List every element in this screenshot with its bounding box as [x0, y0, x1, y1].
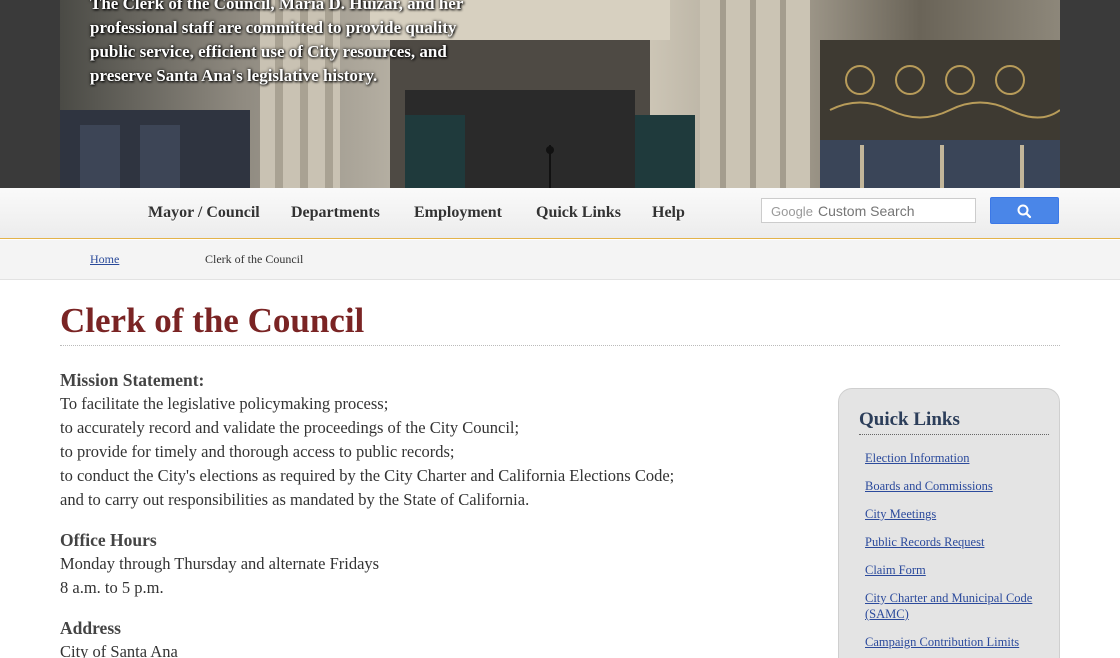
- page-title: Clerk of the Council: [60, 301, 365, 340]
- google-logo: Google: [771, 204, 813, 219]
- breadcrumb-home-link[interactable]: Home: [90, 252, 119, 267]
- search-icon: [1017, 204, 1032, 219]
- banner-image: The Clerk of the Council, Maria D. Huiza…: [60, 0, 1060, 188]
- banner-mission-text: The Clerk of the Council, Maria D. Huiza…: [90, 0, 464, 85]
- quick-link-election-information[interactable]: Election Information: [865, 450, 1051, 466]
- main-navigation: Mayor / Council Departments Employment Q…: [0, 188, 1120, 239]
- office-hours-line: Monday through Thursday and alternate Fr…: [60, 554, 380, 573]
- mission-heading: Mission Statement:: [60, 370, 205, 390]
- search-input[interactable]: [818, 202, 968, 220]
- mission-line: and to carry out responsibilities as man…: [60, 490, 530, 509]
- nav-item-quick-links[interactable]: Quick Links: [536, 204, 621, 222]
- nav-item-help[interactable]: Help: [652, 204, 685, 222]
- main-content: Mission Statement: To facilitate the leg…: [60, 368, 800, 658]
- quick-link-city-meetings[interactable]: City Meetings: [865, 506, 1051, 522]
- address-heading: Address: [60, 618, 121, 638]
- search-button[interactable]: [990, 197, 1059, 224]
- office-hours-section: Office Hours Monday through Thursday and…: [60, 528, 800, 600]
- address-section: Address City of Santa Ana: [60, 616, 800, 658]
- quick-links-title: Quick Links: [859, 409, 960, 430]
- quick-links-divider: [859, 434, 1049, 435]
- quick-link-boards-commissions[interactable]: Boards and Commissions: [865, 478, 1051, 494]
- address-line: City of Santa Ana: [60, 642, 178, 658]
- banner-background: The Clerk of the Council, Maria D. Huiza…: [0, 0, 1120, 188]
- office-hours-line: 8 a.m. to 5 p.m.: [60, 578, 164, 597]
- office-hours-heading: Office Hours: [60, 530, 157, 550]
- mission-line: To facilitate the legislative policymaki…: [60, 394, 389, 413]
- nav-item-mayor-council[interactable]: Mayor / Council: [148, 204, 260, 222]
- breadcrumb: Home Clerk of the Council: [0, 240, 1120, 280]
- mission-section: Mission Statement: To facilitate the leg…: [60, 368, 800, 512]
- nav-item-departments[interactable]: Departments: [291, 204, 380, 222]
- quick-link-claim-form[interactable]: Claim Form: [865, 562, 1051, 578]
- search-box: Google: [761, 198, 976, 223]
- quick-links-panel: Quick Links Election Information Boards …: [838, 388, 1060, 658]
- mission-line: to provide for timely and thorough acces…: [60, 442, 455, 461]
- mission-line: to accurately record and validate the pr…: [60, 418, 520, 437]
- quick-link-city-charter-samc[interactable]: City Charter and Municipal Code (SAMC): [865, 590, 1051, 622]
- mission-line: to conduct the City's elections as requi…: [60, 466, 675, 485]
- quick-link-campaign-contribution-limits[interactable]: Campaign Contribution Limits: [865, 634, 1051, 650]
- title-divider: [60, 345, 1060, 346]
- nav-item-employment[interactable]: Employment: [414, 204, 502, 222]
- quick-link-public-records-request[interactable]: Public Records Request: [865, 534, 1051, 550]
- breadcrumb-current: Clerk of the Council: [205, 252, 304, 266]
